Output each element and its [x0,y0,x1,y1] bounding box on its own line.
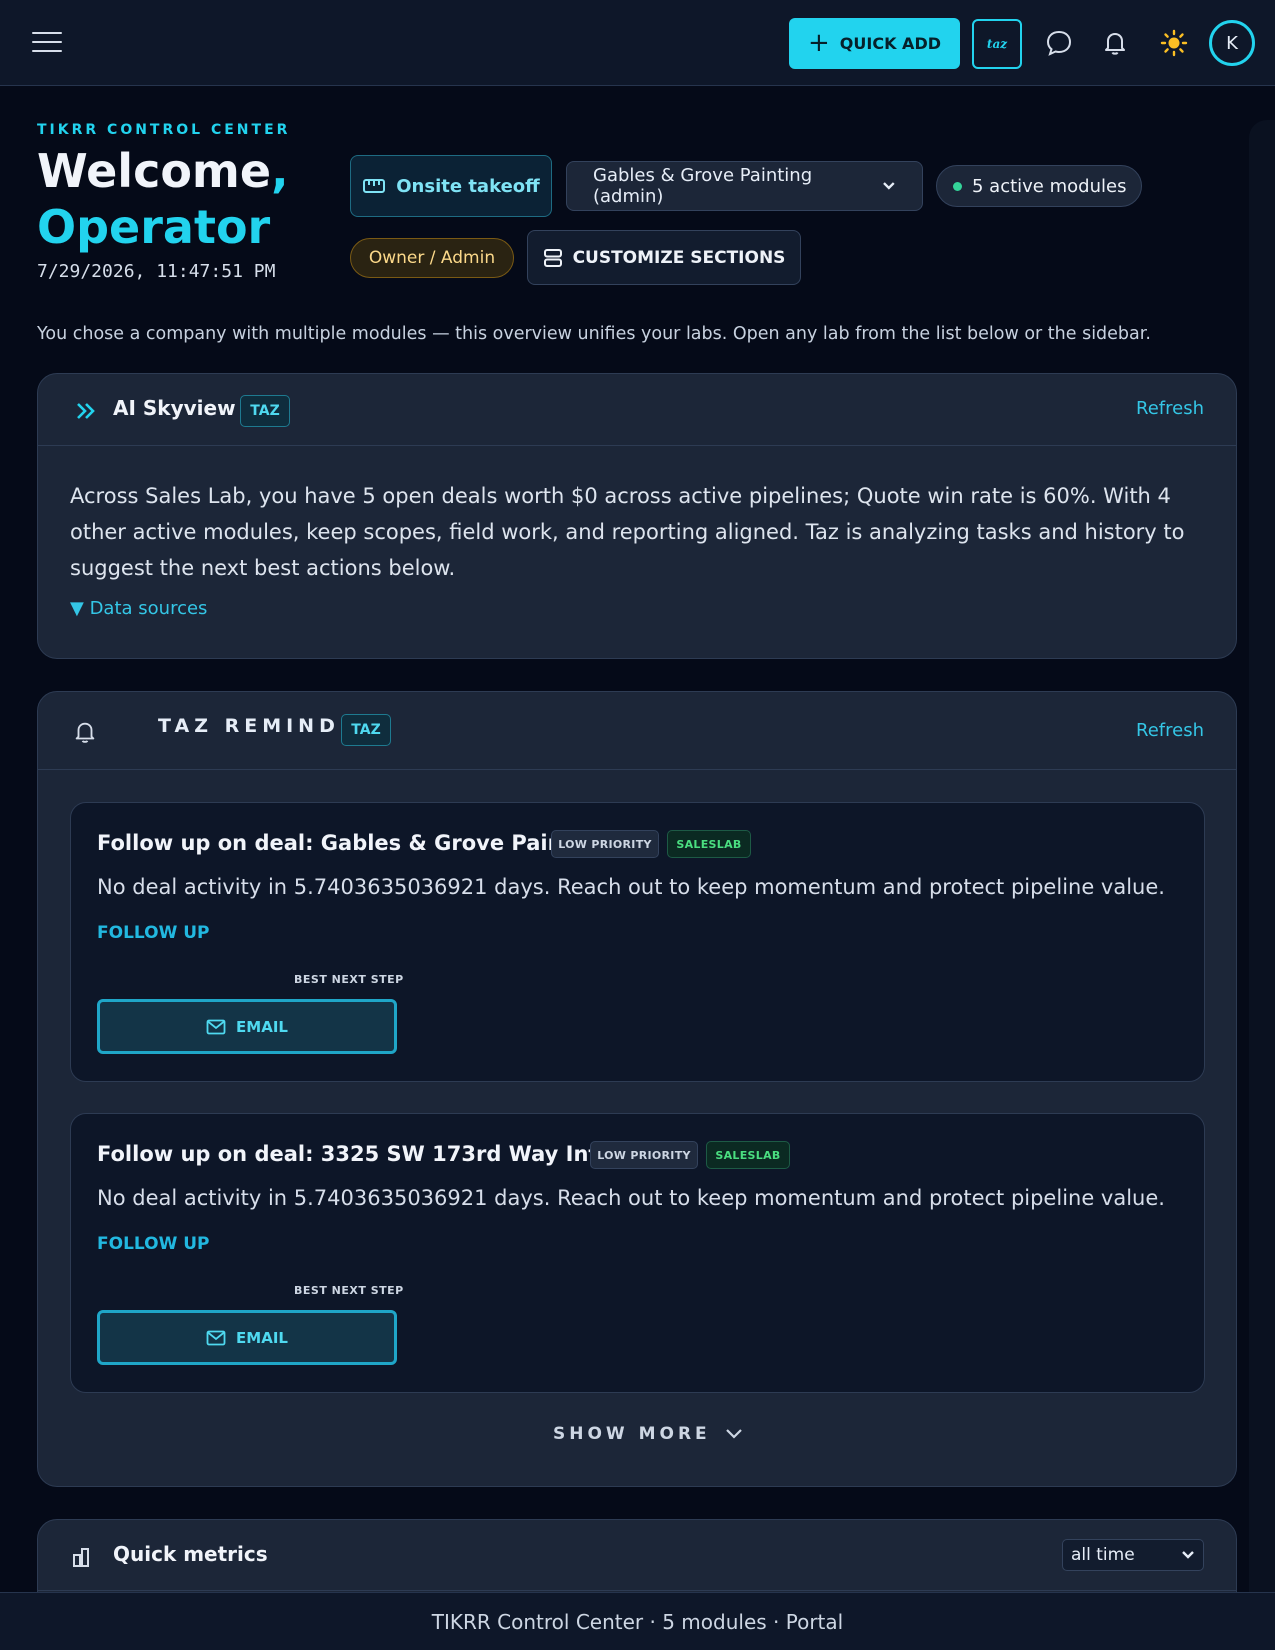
active-modules-label: 5 active modules [972,175,1127,197]
current-datetime: 7/29/2026, 11:47:51 PM [37,261,276,282]
onsite-takeoff-button[interactable]: Onsite takeoff [350,155,552,217]
priority-badge: LOW PRIORITY [590,1141,698,1169]
module-badge: SALESLAB [706,1141,790,1169]
bar-chart-icon [73,1548,89,1567]
taz-badge: TAZ [341,714,391,746]
mail-icon [206,1019,226,1034]
quick-metrics-title: Quick metrics [113,1542,268,1566]
welcome-text: Welcome [37,144,272,198]
scroll-track [1249,120,1275,1592]
follow-up-link[interactable]: FOLLOW UP [97,1234,210,1254]
chevron-down-icon [725,1429,742,1439]
show-more-button[interactable]: SHOW MORE [553,1424,743,1444]
email-label: EMAIL [236,1328,288,1347]
best-next-step-label: BEST NEXT STEP [294,1284,404,1297]
time-range-select[interactable]: all time [1062,1539,1204,1571]
welcome-comma: , [271,144,289,198]
follow-up-link[interactable]: FOLLOW UP [97,923,210,943]
avatar[interactable]: K [1209,20,1255,66]
role-label: Owner / Admin [368,248,496,268]
plus-icon: + [808,27,830,58]
priority-badge: LOW PRIORITY [551,830,659,858]
status-dot-icon [953,181,962,191]
quick-metrics-header: Quick metrics all time [38,1520,1236,1591]
customize-sections-label: CUSTOMIZE SECTIONS [572,247,786,268]
intro-text: You chose a company with multiple module… [37,324,1151,344]
bell-icon [75,722,95,743]
taz-label: taz [986,37,1008,51]
sun-icon[interactable] [1159,28,1189,58]
top-bar: + QUICK ADD taz K [0,0,1275,86]
chevron-down-icon [883,182,895,190]
layout-icon [543,248,562,267]
role-badge: Owner / Admin [350,238,514,278]
company-select[interactable]: Gables & Grove Painting (admin) [566,161,923,211]
best-next-step-label: BEST NEXT STEP [294,973,404,986]
reminder-description: No deal activity in 5.7403635036921 days… [97,1186,1165,1210]
footer-text: TIKRR Control Center · 5 modules · Porta… [431,1609,844,1634]
taz-button[interactable]: taz [972,19,1022,69]
onsite-takeoff-label: Onsite takeoff [396,175,540,197]
reminder-description: No deal activity in 5.7403635036921 days… [97,875,1165,899]
time-range-value: all time [1071,1545,1135,1565]
data-sources-toggle[interactable]: ▼ Data sources [70,598,207,619]
mail-icon [206,1330,226,1345]
quick-add-button[interactable]: + QUICK ADD [789,18,960,69]
email-label: EMAIL [236,1017,288,1036]
reminder-title: Follow up on deal: Gables & Grove Painti… [97,831,610,855]
chevron-down-icon [1182,1551,1194,1559]
double-chevron-icon [77,403,95,419]
quick-add-label: QUICK ADD [839,34,941,53]
taz-reminders-card: TAZ REMINDERS TAZ Refresh Follow up on d… [37,691,1237,1487]
footer: TIKRR Control Center · 5 modules · Porta… [0,1592,1275,1650]
customize-sections-button[interactable]: CUSTOMIZE SECTIONS [527,230,801,285]
ai-skyview-title: AI Skyview [113,396,236,420]
page-title: Welcome, Operator [37,143,289,255]
module-badge: SALESLAB [667,830,751,858]
ai-skyview-header: AI Skyview TAZ Refresh [38,374,1236,446]
reminder-title: Follow up on deal: 3325 SW 173rd Way Int… [97,1142,656,1166]
ai-skyview-summary: Across Sales Lab, you have 5 open deals … [70,484,1185,580]
ruler-icon [363,179,386,193]
reminder-item: Follow up on deal: Gables & Grove Painti… [70,802,1205,1082]
eyebrow-label: TIKRR CONTROL CENTER [37,122,291,138]
reminders-refresh-link[interactable]: Refresh [1136,720,1204,741]
reminder-item: Follow up on deal: 3325 SW 173rd Way Int… [70,1113,1205,1393]
active-modules-badge: 5 active modules [936,165,1142,207]
show-more-label: SHOW MORE [553,1424,711,1444]
bell-icon[interactable] [1100,28,1130,58]
user-name: Operator [37,200,271,254]
company-select-value: Gables & Grove Painting (admin) [593,165,813,207]
menu-icon[interactable] [32,32,62,54]
skyview-refresh-link[interactable]: Refresh [1136,398,1204,419]
email-button[interactable]: EMAIL [97,1310,397,1365]
chat-icon[interactable] [1044,28,1074,58]
taz-reminders-header: TAZ REMINDERS TAZ Refresh [38,692,1236,770]
avatar-initial: K [1226,32,1238,54]
taz-badge: TAZ [240,395,290,427]
email-button[interactable]: EMAIL [97,999,397,1054]
